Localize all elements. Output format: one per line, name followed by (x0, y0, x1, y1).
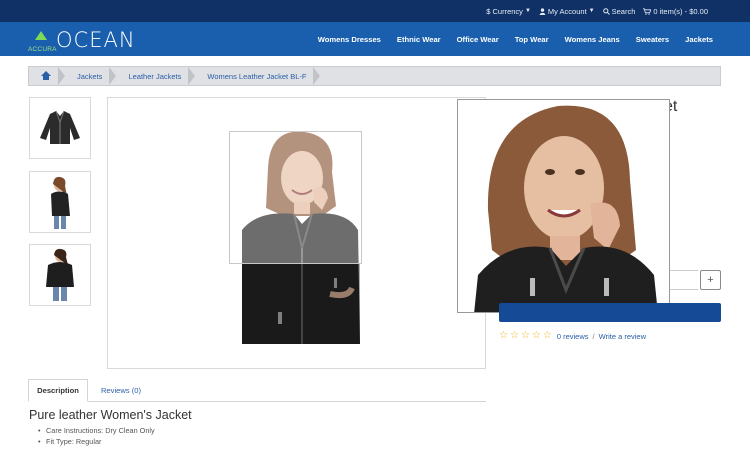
user-icon (539, 7, 546, 15)
separator: / (592, 331, 595, 341)
star-empty-icon: ☆ (499, 330, 508, 341)
my-account-label: My Account (547, 6, 587, 16)
nav-office-wear[interactable]: Office Wear (457, 35, 499, 44)
shopping-cart-icon (643, 7, 652, 15)
nav-sweaters[interactable]: Sweaters (636, 35, 669, 44)
model-thumbnail-image (51, 176, 70, 229)
product-main-image[interactable] (107, 97, 486, 369)
breadcrumb-item[interactable]: Womens Leather Jacket BL-F (195, 67, 321, 85)
logo-mark: ACCURA (28, 29, 57, 53)
model-thumbnail-image (46, 248, 74, 301)
reviews-link[interactable]: 0 reviews (557, 332, 589, 341)
caret-down-icon: ▼ (524, 8, 531, 14)
breadcrumb: Jackets Leather Jackets Womens Leather J… (28, 66, 721, 86)
jacket-thumbnail-image (40, 110, 80, 144)
search-label: Search (611, 6, 636, 16)
write-review-link[interactable]: Write a review (599, 332, 646, 341)
nav-top-wear[interactable]: Top Wear (515, 35, 549, 44)
product-tabs: Description Reviews (0) (28, 379, 486, 402)
rating-row: ☆ ☆ ☆ ☆ ☆ 0 reviews / Write a review (499, 331, 646, 341)
nav-jackets[interactable]: Jackets (685, 35, 713, 44)
cart-link[interactable]: 0 item(s) - $0.00 (643, 7, 708, 16)
top-links: $ Currency ▼ My Account ▼ Search 0 item(s)… (486, 0, 708, 22)
list-item: Fit Type: Regular (38, 437, 155, 446)
star-empty-icon: ☆ (542, 330, 552, 341)
breadcrumb-home[interactable] (29, 67, 65, 85)
nav-womens-dresses[interactable]: Womens Dresses (318, 35, 381, 44)
search-link[interactable]: Search (602, 6, 636, 16)
main-nav: Womens Dresses Ethnic Wear Office Wear T… (318, 22, 713, 56)
quantity-plus-button[interactable]: + (700, 270, 721, 290)
star-empty-icon: ☆ (520, 330, 530, 341)
description-list: Care Instructions: Dry Clean Only Fit Ty… (38, 426, 155, 448)
caret-down-icon: ▼ (588, 8, 595, 14)
search-icon (602, 7, 610, 15)
zoomed-model-image (474, 105, 658, 312)
cart-summary: 0 item(s) - $0.00 (653, 6, 708, 16)
zoom-lens[interactable] (229, 131, 362, 264)
home-icon (41, 71, 51, 81)
breadcrumb-item[interactable]: Leather Jackets (116, 67, 196, 85)
logo[interactable]: ACCURA OCEAN (28, 25, 136, 53)
logo-small-text: ACCURA (28, 46, 57, 53)
star-empty-icon: ☆ (509, 330, 519, 341)
triangle-icon (35, 31, 47, 40)
currency-dropdown[interactable]: $ Currency ▼ (486, 7, 531, 16)
currency-label: $ Currency (486, 6, 523, 16)
nav-womens-jeans[interactable]: Womens Jeans (565, 35, 620, 44)
list-item: Care Instructions: Dry Clean Only (38, 426, 155, 435)
logo-text: OCEAN (56, 28, 136, 52)
star-empty-icon: ☆ (531, 330, 541, 341)
product-thumbnail[interactable] (29, 171, 91, 233)
product-thumbnail[interactable] (29, 97, 91, 159)
quantity-input[interactable] (670, 270, 698, 290)
add-to-cart-button[interactable] (499, 303, 721, 322)
top-bar: $ Currency ▼ My Account ▼ Search 0 item(s)… (0, 0, 750, 22)
tab-reviews[interactable]: Reviews (0) (96, 379, 146, 402)
tab-description[interactable]: Description (28, 379, 88, 402)
breadcrumb-item[interactable]: Jackets (65, 67, 117, 85)
zoom-preview (457, 99, 670, 313)
nav-ethnic-wear[interactable]: Ethnic Wear (397, 35, 441, 44)
my-account-dropdown[interactable]: My Account ▼ (539, 7, 595, 16)
description-title: Pure leather Women's Jacket (29, 408, 192, 422)
product-thumbnail[interactable] (29, 244, 91, 306)
